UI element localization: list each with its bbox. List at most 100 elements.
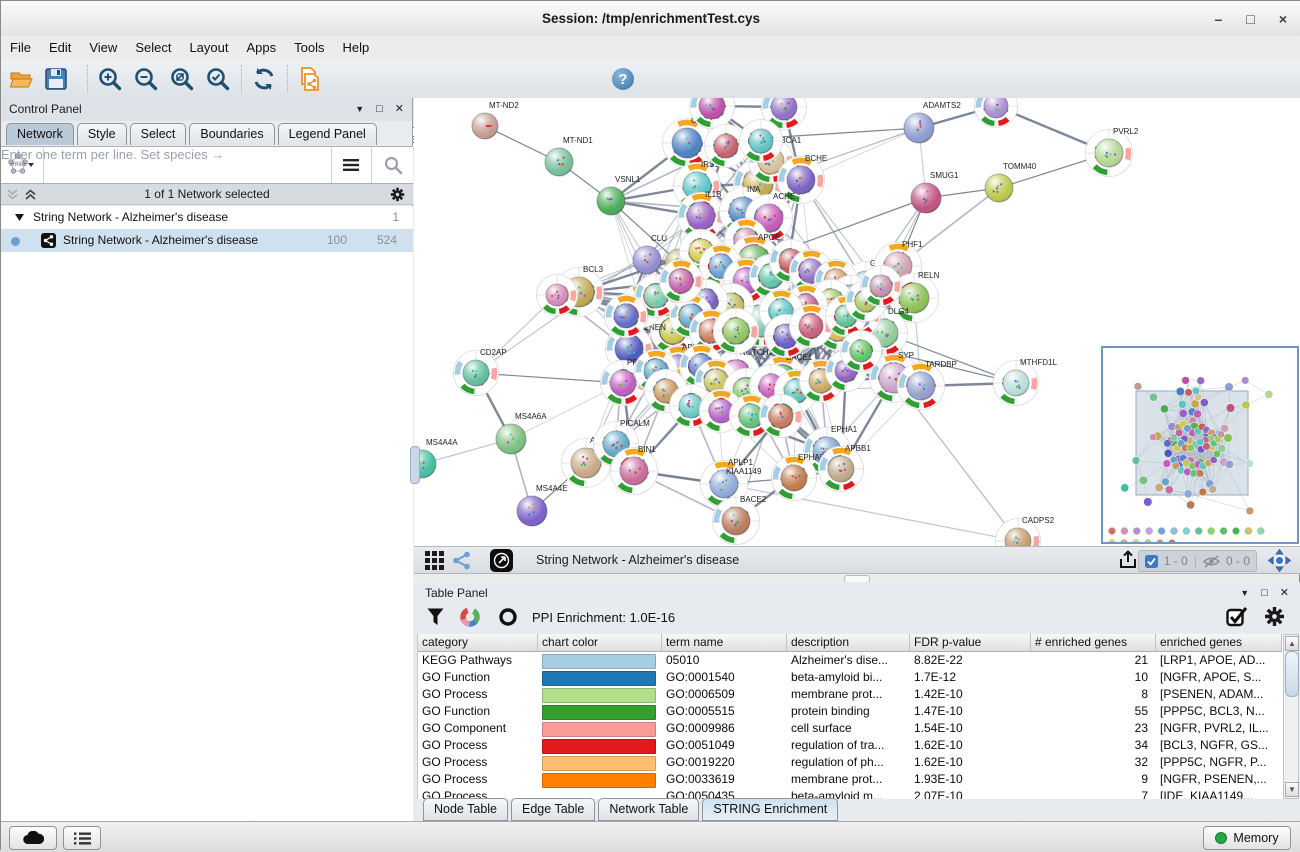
cell-term: GO:0033619 xyxy=(662,771,787,788)
birds-eye-view[interactable] xyxy=(1101,346,1299,544)
maximize-button[interactable]: □ xyxy=(1246,11,1254,27)
menu-apps[interactable]: Apps xyxy=(238,36,286,60)
string-options-button[interactable] xyxy=(331,147,370,183)
species-hint: Set species → xyxy=(140,147,224,162)
gear-icon[interactable] xyxy=(390,187,405,202)
protein-node-cd2ap[interactable]: CD2AP xyxy=(453,348,506,396)
protein-node-ms4a4e[interactable]: MS4A4E xyxy=(517,484,568,526)
minimize-button[interactable]: – xyxy=(1215,11,1223,27)
grid-view-icon[interactable] xyxy=(425,551,444,570)
singleton-node xyxy=(1169,540,1176,542)
zoom-in-icon[interactable] xyxy=(97,66,123,92)
network-row-selected[interactable]: String Network - Alzheimer's disease 100… xyxy=(1,229,413,252)
string-search-button[interactable] xyxy=(371,147,414,183)
panel-close-icon[interactable]: ✕ xyxy=(1280,588,1289,599)
panel-menu-icon[interactable]: ▼ xyxy=(1240,589,1249,598)
panel-close-icon[interactable]: ✕ xyxy=(395,104,404,115)
protein-node[interactable] xyxy=(713,308,758,353)
tab-node-table[interactable]: Node Table xyxy=(423,798,508,821)
copy-network-icon[interactable] xyxy=(297,66,323,92)
menu-layout[interactable]: Layout xyxy=(180,36,237,60)
open-session-icon[interactable] xyxy=(9,66,35,92)
protein-node-tomm40[interactable]: TOMM40 xyxy=(985,162,1037,202)
pie-chart-icon[interactable] xyxy=(460,607,480,627)
zoom-fit-icon[interactable] xyxy=(169,66,195,92)
menu-edit[interactable]: Edit xyxy=(40,36,80,60)
protein-node[interactable] xyxy=(760,395,803,438)
column-header[interactable]: chart color xyxy=(538,634,662,652)
task-history-button[interactable] xyxy=(63,826,101,850)
protein-node-ms4a6a[interactable]: MS4A6A xyxy=(496,412,547,454)
table-row[interactable]: GO ProcessGO:0051049regulation of tra...… xyxy=(418,737,1284,754)
cell-fdr: 1.47E-10 xyxy=(910,703,1031,720)
protein-node-epha5[interactable]: EPHA5 xyxy=(769,453,824,503)
table-row[interactable]: GO FunctionGO:0005515protein binding1.47… xyxy=(418,703,1284,720)
column-header[interactable]: description xyxy=(787,634,910,652)
menu-view[interactable]: View xyxy=(80,36,126,60)
table-row[interactable]: KEGG Pathways05010Alzheimer's dise...8.8… xyxy=(418,652,1284,669)
protein-node-cadps2[interactable]: CADPS2 xyxy=(995,516,1054,546)
protein-node[interactable] xyxy=(971,98,1020,131)
protein-node-mt-nd2[interactable]: MT-ND2 xyxy=(472,101,519,139)
column-header[interactable]: category xyxy=(418,634,538,652)
protein-node-vsnl1[interactable]: VSNL1 xyxy=(597,175,641,215)
network-canvas[interactable]: MT-ND2MT-ND1VSNL1GAB2ADAMTS2PVRL2TOMM40S… xyxy=(414,98,1300,546)
scrollbar-thumb[interactable] xyxy=(1285,651,1299,697)
cell-gene-count: 10 xyxy=(1031,669,1156,686)
protein-node-mthfd1l[interactable]: MTHFD1L xyxy=(993,358,1057,406)
filter-icon[interactable] xyxy=(427,608,444,626)
menu-select[interactable]: Select xyxy=(126,36,180,60)
table-row[interactable]: GO ComponentGO:0009986cell surface1.54E-… xyxy=(418,720,1284,737)
tab-network[interactable]: Network xyxy=(6,123,74,145)
tab-style[interactable]: Style xyxy=(77,123,127,145)
table-row[interactable]: GO ProcessGO:0033619membrane prot...1.93… xyxy=(418,771,1284,788)
column-header[interactable]: enriched genes xyxy=(1156,634,1282,652)
table-scrollbar[interactable]: ▲ ▼ xyxy=(1283,634,1299,799)
table-row[interactable]: GO ProcessGO:0006509membrane prot...1.42… xyxy=(418,686,1284,703)
tree-collapse-icon[interactable] xyxy=(15,214,24,221)
menu-help[interactable]: Help xyxy=(334,36,379,60)
protein-node-ms4a4a[interactable]: MS4A4A xyxy=(414,438,458,478)
zoom-out-icon[interactable] xyxy=(133,66,159,92)
close-button[interactable]: × xyxy=(1279,11,1287,27)
cell-gene-count: 9 xyxy=(1031,771,1156,788)
column-header[interactable]: FDR p-value xyxy=(910,634,1031,652)
scroll-down-arrow[interactable]: ▼ xyxy=(1285,782,1299,797)
share-network-icon[interactable] xyxy=(452,551,471,570)
network-collection-row[interactable]: String Network - Alzheimer's disease 1 xyxy=(1,206,413,229)
export-view-icon[interactable] xyxy=(1117,549,1139,571)
menu-tools[interactable]: Tools xyxy=(285,36,333,60)
tab-boundaries[interactable]: Boundaries xyxy=(189,123,274,145)
save-session-icon[interactable] xyxy=(43,66,69,92)
tab-select[interactable]: Select xyxy=(130,123,187,145)
help-icon[interactable]: ? xyxy=(611,67,635,91)
pan-navigator-icon[interactable] xyxy=(1268,549,1291,572)
column-header[interactable]: term name xyxy=(662,634,787,652)
ring-chart-icon[interactable] xyxy=(498,607,518,627)
protein-node-adamts2[interactable]: ADAMTS2 xyxy=(904,101,961,143)
menu-file[interactable]: File xyxy=(1,36,40,60)
panel-float-icon[interactable]: □ xyxy=(376,104,383,115)
table-row[interactable]: GO ProcessGO:0019220regulation of ph...1… xyxy=(418,754,1284,771)
tab-string-enrichment[interactable]: STRING Enrichment xyxy=(702,798,838,821)
splitter-handle-vertical[interactable] xyxy=(410,446,420,484)
column-header[interactable]: # enriched genes xyxy=(1031,634,1156,652)
tab-network-table[interactable]: Network Table xyxy=(598,798,699,821)
protein-node-smug1[interactable]: SMUG1 xyxy=(911,171,959,213)
zoom-selected-icon[interactable] xyxy=(205,66,231,92)
protein-node-mt-nd1[interactable]: MT-ND1 xyxy=(545,136,593,176)
table-row[interactable]: GO FunctionGO:0001540beta-amyloid bi...1… xyxy=(418,669,1284,686)
open-in-window-icon[interactable] xyxy=(490,549,513,572)
tab-legend-panel[interactable]: Legend Panel xyxy=(278,123,377,145)
panel-menu-icon[interactable]: ▼ xyxy=(355,105,364,114)
memory-button[interactable]: Memory xyxy=(1203,826,1291,850)
tab-edge-table[interactable]: Edge Table xyxy=(511,798,595,821)
cloud-services-button[interactable] xyxy=(9,826,57,850)
scroll-up-arrow[interactable]: ▲ xyxy=(1285,636,1299,651)
string-protein-query-selector[interactable]: STRING xyxy=(1,147,44,183)
panel-float-icon[interactable]: □ xyxy=(1261,588,1268,599)
select-columns-icon[interactable] xyxy=(1226,606,1248,628)
refresh-icon[interactable] xyxy=(251,66,277,92)
protein-node-pvrl2[interactable]: PVRL2 xyxy=(1085,127,1139,177)
gear-icon[interactable] xyxy=(1264,606,1285,627)
